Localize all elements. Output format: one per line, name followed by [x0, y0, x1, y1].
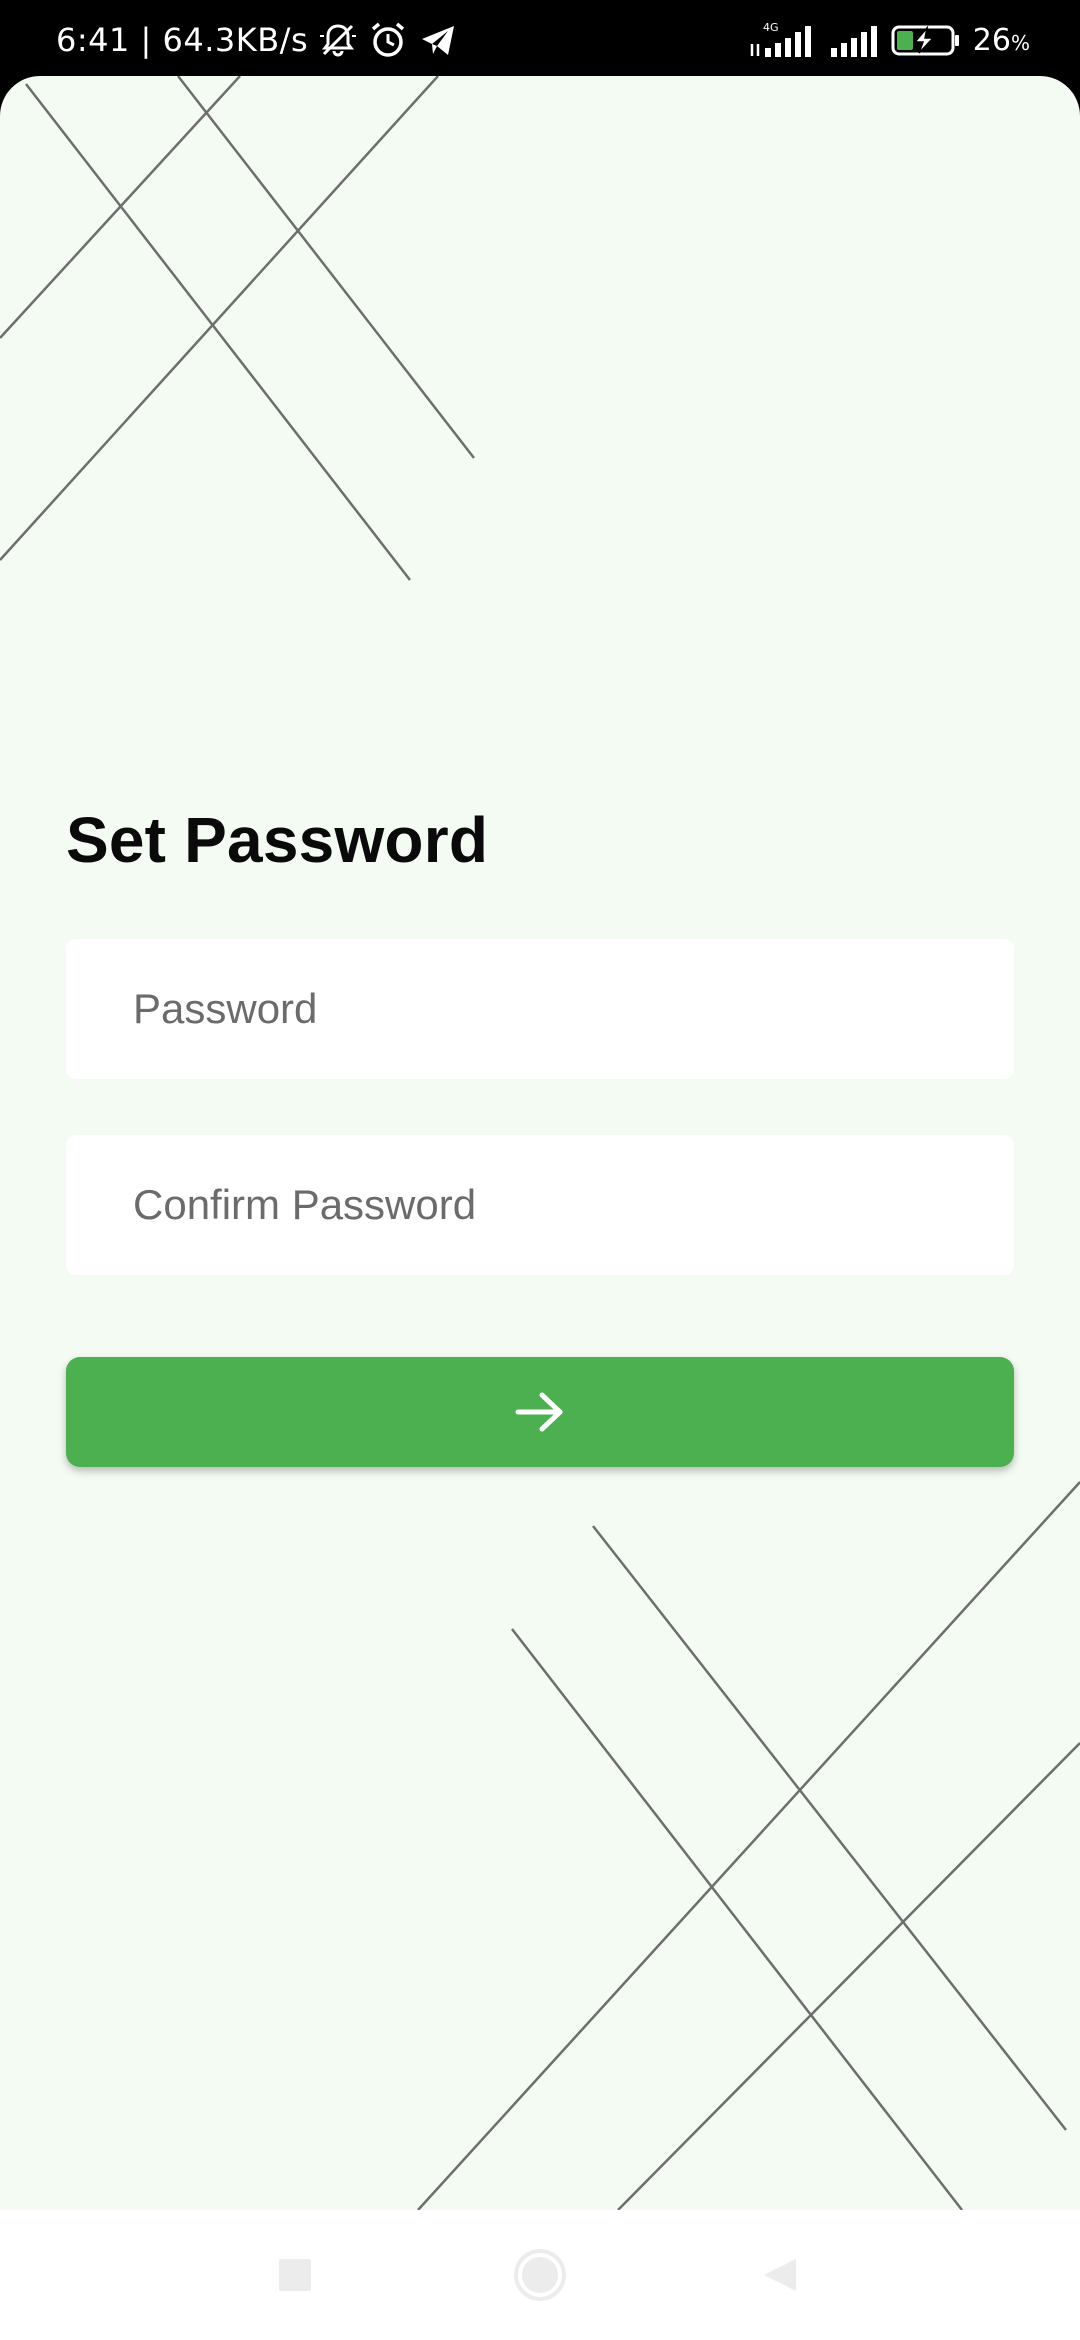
status-right: 4G 26%: [749, 20, 1030, 60]
separator: |: [129, 21, 163, 59]
back-button[interactable]: [720, 2210, 840, 2340]
recents-button[interactable]: [235, 2210, 355, 2340]
telegram-icon: [418, 20, 458, 60]
status-bar: 6:41 | 64.3KB/s 4G 26%: [0, 0, 1080, 76]
deco-line: [617, 1742, 1080, 2210]
password-input[interactable]: [66, 939, 1014, 1079]
submit-button[interactable]: [66, 1357, 1014, 1467]
deco-line: [0, 76, 439, 561]
battery-unit: %: [1010, 30, 1030, 55]
set-password-screen: Set Password: [0, 76, 1080, 2210]
page-title: Set Password: [66, 804, 489, 876]
screen: 6:41 | 64.3KB/s 4G 26% Set Password: [0, 0, 1080, 2340]
status-left: 6:41 | 64.3KB/s: [56, 20, 458, 60]
home-icon: [514, 2249, 566, 2301]
back-icon: [764, 2259, 796, 2291]
clock-time: 6:41: [56, 21, 130, 59]
network-speed: 64.3KB/s: [162, 21, 309, 59]
deco-line: [25, 83, 411, 581]
battery-charging-icon: [891, 25, 959, 56]
arrow-right-icon: [515, 1392, 563, 1432]
home-button[interactable]: [480, 2210, 600, 2340]
signal-icon: [830, 26, 877, 57]
recents-icon: [279, 2259, 311, 2291]
battery-percent: 26: [972, 22, 1011, 58]
status-time: 6:41 | 64.3KB/s: [56, 21, 308, 59]
deco-line: [177, 76, 475, 459]
deco-line: [417, 1481, 1080, 2210]
deco-line: [511, 1628, 963, 2210]
network-type: 4G: [763, 21, 779, 34]
navigation-bar: [0, 2210, 1080, 2340]
alarm-icon: [368, 20, 408, 60]
mute-icon: [318, 20, 358, 60]
signal-icon: 4G: [750, 21, 811, 57]
deco-line: [0, 76, 241, 339]
battery-level: 26%: [973, 23, 1030, 58]
confirm-password-input[interactable]: [66, 1135, 1014, 1275]
deco-line: [592, 1525, 1067, 2131]
